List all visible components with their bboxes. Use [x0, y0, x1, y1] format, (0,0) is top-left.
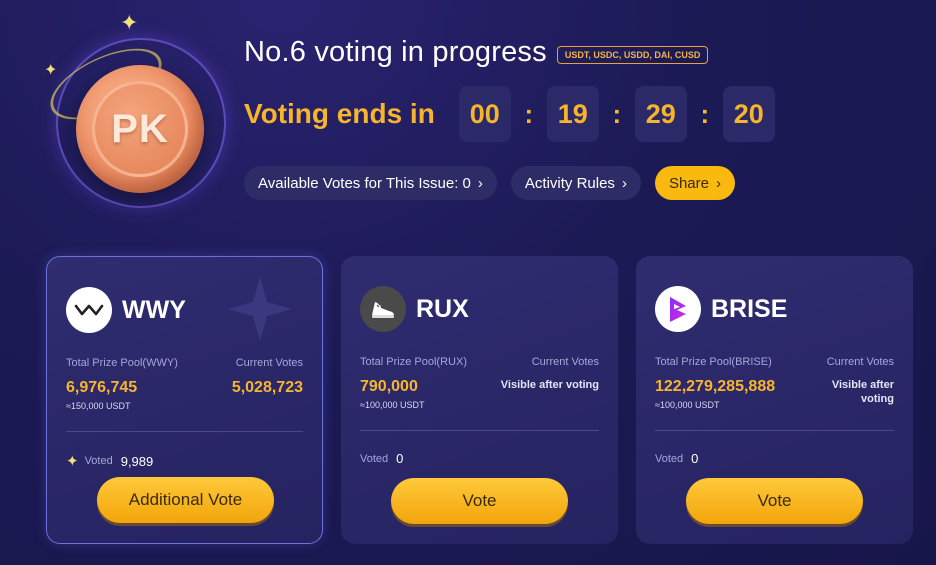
current-votes-value: Visible after voting	[831, 379, 894, 405]
voted-value: 0	[691, 451, 699, 466]
countdown: Voting ends in 00 : 19 : 29 : 20	[244, 86, 775, 142]
voted-row: ✦ Voted 9,989	[66, 452, 303, 470]
countdown-colon: :	[524, 98, 534, 129]
countdown-minutes: 29	[634, 86, 687, 142]
share-label: Share	[668, 174, 709, 192]
vote-button[interactable]: Vote	[391, 478, 568, 524]
stat-values: 790,000 ≈100,000 USDT Visible after voti…	[360, 378, 599, 410]
prize-pool-label: Total Prize Pool(RUX)	[360, 356, 467, 368]
activity-rules-button[interactable]: Activity Rules ›	[510, 166, 641, 200]
page-title: No.6 voting in progress	[244, 36, 547, 68]
stat-values: 6,976,745 ≈150,000 USDT 5,028,723	[66, 379, 303, 411]
voted-row: Voted 0	[360, 451, 599, 466]
current-votes-label: Current Votes	[235, 357, 303, 369]
sparkle-icon: ✦	[66, 453, 79, 470]
countdown-days: 00	[458, 86, 511, 142]
voted-value: 9,989	[120, 453, 154, 469]
current-votes-value: 5,028,723	[231, 379, 303, 396]
sparkle-icon: ✦	[120, 10, 139, 35]
divider	[66, 431, 303, 432]
action-pills: Available Votes for This Issue: 0 › Acti…	[244, 166, 735, 200]
card-header: RUX	[360, 286, 599, 332]
token-name: WWY	[122, 295, 186, 324]
prize-pool-value: 122,279,285,888	[655, 378, 776, 395]
prize-pool-label: Total Prize Pool(BRISE)	[655, 356, 772, 368]
current-votes-label: Current Votes	[531, 356, 599, 368]
current-votes-label: Current Votes	[826, 356, 894, 368]
available-votes-button[interactable]: Available Votes for This Issue: 0 ›	[244, 166, 497, 200]
wwy-logo-icon	[66, 287, 112, 333]
token-card-wwy[interactable]: WWY Total Prize Pool(WWY) Current Votes …	[46, 256, 323, 544]
token-cards: WWY Total Prize Pool(WWY) Current Votes …	[46, 256, 913, 544]
prize-pool-label: Total Prize Pool(WWY)	[66, 357, 178, 369]
card-header: BRISE	[655, 286, 894, 332]
pk-coin-label: PK	[92, 81, 188, 177]
prize-pool-value: 790,000	[360, 378, 418, 395]
voted-value: 0	[396, 451, 404, 466]
voted-label: Voted	[84, 455, 113, 467]
vote-button[interactable]: Vote	[686, 478, 863, 524]
additional-vote-button[interactable]: Additional Vote	[97, 477, 274, 523]
activity-rules-label: Activity Rules	[524, 174, 615, 192]
chevron-right-icon: ›	[715, 174, 721, 192]
prize-pool-usdt: ≈150,000 USDT	[66, 401, 131, 411]
token-card-rux[interactable]: RUX Total Prize Pool(RUX) Current Votes …	[341, 256, 618, 544]
brise-logo-icon	[655, 286, 701, 332]
token-name: BRISE	[711, 294, 788, 323]
current-votes-value: Visible after voting	[500, 379, 599, 391]
prize-pool-usdt: ≈100,000 USDT	[360, 400, 425, 410]
stat-values: 122,279,285,888 ≈100,000 USDT Visible af…	[655, 378, 894, 410]
share-button[interactable]: Share ›	[654, 166, 735, 200]
token-badge: USDT, USDC, USDD, DAI, CUSD	[556, 45, 709, 64]
stat-labels: Total Prize Pool(WWY) Current Votes	[66, 357, 303, 369]
token-card-brise[interactable]: BRISE Total Prize Pool(BRISE) Current Vo…	[636, 256, 913, 544]
rux-logo-icon	[360, 286, 406, 332]
prize-pool-value: 6,976,745	[66, 379, 138, 396]
countdown-hours: 19	[546, 86, 599, 142]
countdown-colon: :	[700, 98, 710, 129]
pk-badge: ✦ ✦ PK	[40, 10, 230, 215]
stat-labels: Total Prize Pool(BRISE) Current Votes	[655, 356, 894, 368]
countdown-seconds: 20	[722, 86, 775, 142]
countdown-colon: :	[612, 98, 622, 129]
voted-label: Voted	[655, 452, 684, 465]
voted-label: Voted	[360, 452, 389, 465]
chevron-right-icon: ›	[621, 174, 627, 192]
voted-row: Voted 0	[655, 451, 894, 466]
token-name: RUX	[416, 294, 469, 323]
divider	[655, 430, 894, 431]
chevron-right-icon: ›	[477, 174, 483, 192]
available-votes-label: Available Votes for This Issue: 0	[258, 174, 471, 192]
prize-pool-usdt: ≈100,000 USDT	[655, 400, 720, 410]
sparkle-icon: ✦	[44, 62, 58, 79]
countdown-label: Voting ends in	[244, 98, 435, 129]
pk-coin: PK	[76, 65, 204, 193]
stat-labels: Total Prize Pool(RUX) Current Votes	[360, 356, 599, 368]
issue-title-row: No.6 voting in progress USDT, USDC, USDD…	[244, 36, 709, 69]
divider	[360, 430, 599, 431]
